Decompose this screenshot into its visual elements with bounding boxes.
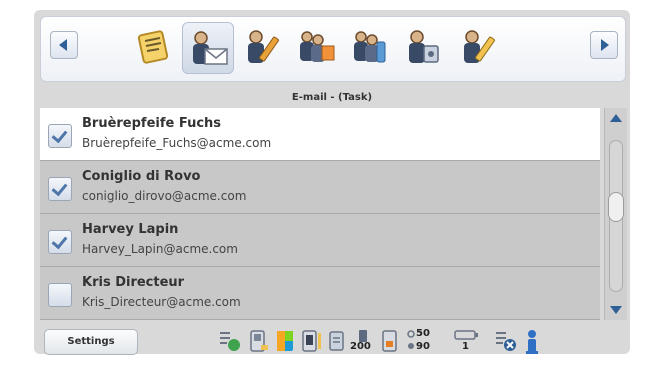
list-scrollbar[interactable] bbox=[604, 108, 627, 320]
contact-phone-icon[interactable] bbox=[344, 22, 394, 72]
contact-note-icon[interactable] bbox=[452, 22, 502, 72]
contact-checkbox[interactable] bbox=[48, 124, 72, 148]
contact-name: Coniglio di Rovo bbox=[82, 169, 201, 184]
sync-list-icon[interactable] bbox=[218, 329, 242, 353]
contact-card-icon[interactable] bbox=[398, 22, 448, 72]
contact-list: Bruèrepfeife Fuchs Bruèrepfeife_Fuchs@ac… bbox=[40, 108, 600, 320]
contact-email-icon[interactable] bbox=[182, 22, 234, 74]
scroll-up-button[interactable] bbox=[607, 110, 625, 128]
notes-icon[interactable] bbox=[128, 22, 178, 72]
contact-row[interactable]: Harvey Lapin Harvey_Lapin@acme.com bbox=[40, 214, 600, 267]
contact-email: Bruèrepfeife_Fuchs@acme.com bbox=[82, 136, 272, 150]
contact-checkbox[interactable] bbox=[48, 230, 72, 254]
contact-checkbox[interactable] bbox=[48, 177, 72, 201]
contact-email: coniglio_dirovo@acme.com bbox=[82, 189, 247, 203]
contact-name: Harvey Lapin bbox=[82, 222, 179, 237]
contact-row[interactable]: Coniglio di Rovo coniglio_dirovo@acme.co… bbox=[40, 161, 600, 214]
info-icon[interactable] bbox=[522, 329, 542, 355]
scroll-thumb[interactable] bbox=[608, 192, 624, 222]
scroll-down-button[interactable] bbox=[607, 300, 625, 318]
contact-name: Kris Directeur bbox=[82, 275, 185, 290]
signal-top-icon bbox=[407, 330, 415, 338]
settings-button[interactable]: Settings bbox=[44, 329, 138, 355]
contact-row[interactable]: Bruèrepfeife Fuchs Bruèrepfeife_Fuchs@ac… bbox=[40, 108, 600, 161]
settings-list-icon[interactable] bbox=[494, 329, 518, 353]
toolbar-prev-button[interactable] bbox=[50, 31, 78, 59]
contact-row[interactable]: Kris Directeur Kris_Directeur@acme.com bbox=[40, 267, 600, 320]
contact-edit-icon[interactable] bbox=[236, 22, 286, 72]
phone-card-icon[interactable] bbox=[326, 329, 348, 353]
signal-bottom-value: 90 bbox=[416, 341, 430, 352]
phone-memory-icon[interactable] bbox=[248, 329, 270, 353]
battery-icon bbox=[454, 330, 478, 340]
contact-name: Bruèrepfeife Fuchs bbox=[82, 116, 222, 131]
contact-email: Harvey_Lapin@acme.com bbox=[82, 242, 238, 256]
battery-count: 1 bbox=[462, 341, 469, 352]
signal-top-value: 50 bbox=[416, 328, 430, 339]
sms-count: 200 bbox=[350, 341, 371, 352]
signal-bottom-icon bbox=[408, 343, 414, 349]
phone-sim-icon[interactable] bbox=[300, 329, 324, 353]
phone-colors-icon[interactable] bbox=[274, 329, 296, 353]
contact-email: Kris_Directeur@acme.com bbox=[82, 295, 241, 309]
toolbar-next-button[interactable] bbox=[590, 31, 618, 59]
view-caption: E-mail - (Task) bbox=[291, 92, 373, 103]
contact-checkbox[interactable] bbox=[48, 283, 72, 307]
phone-battery-icon[interactable] bbox=[380, 329, 402, 353]
contact-group-icon[interactable] bbox=[290, 22, 340, 72]
status-bar: Settings 200 50 90 1 bbox=[34, 325, 630, 355]
